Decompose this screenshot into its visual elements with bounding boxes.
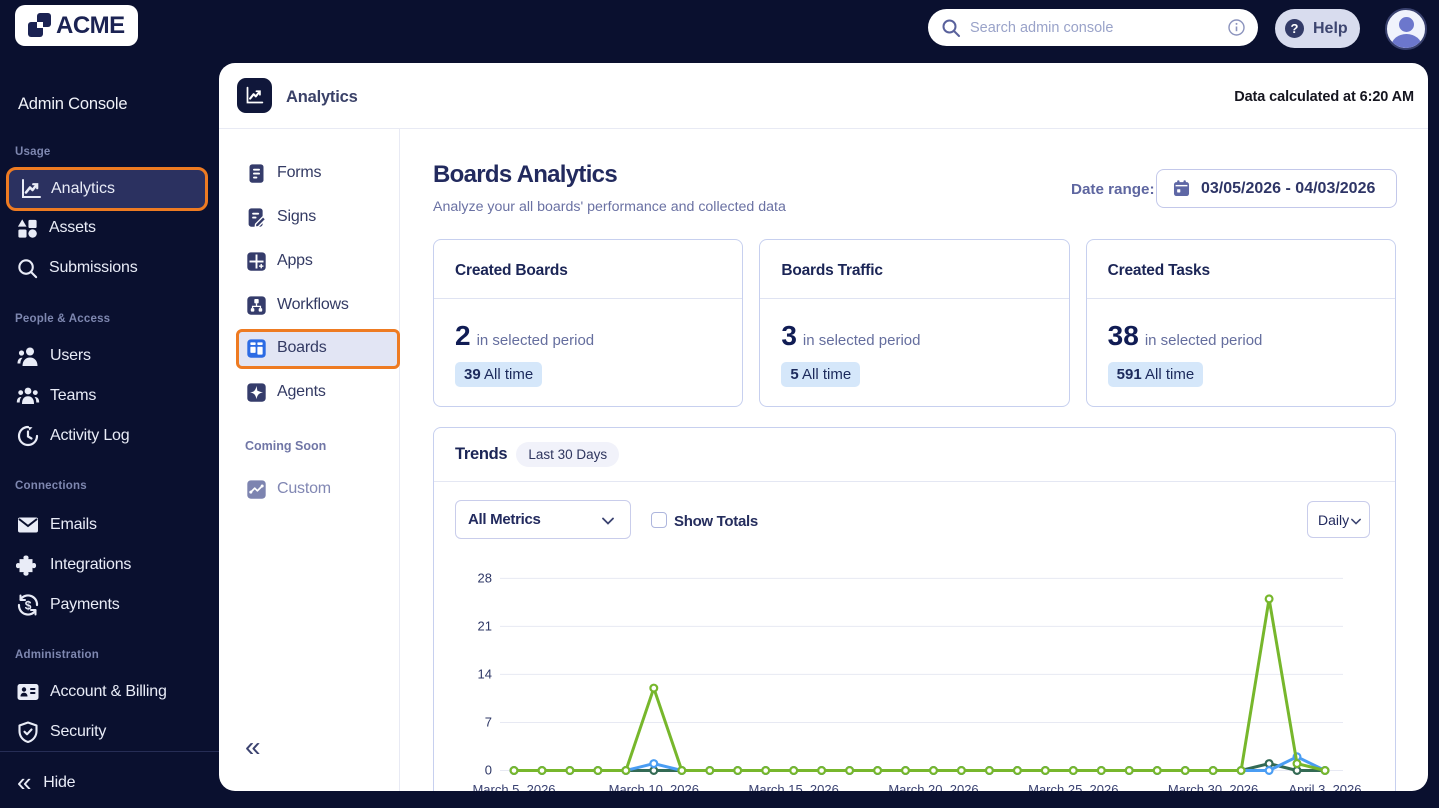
- svg-text:March 5, 2026: March 5, 2026: [472, 782, 555, 791]
- svg-text:21: 21: [478, 618, 492, 633]
- svg-text:28: 28: [478, 570, 492, 585]
- svg-text:March 25, 2026: March 25, 2026: [1028, 782, 1118, 791]
- svg-text:0: 0: [485, 763, 492, 778]
- svg-text:March 30, 2026: March 30, 2026: [1168, 782, 1258, 791]
- svg-text:March 15, 2026: March 15, 2026: [749, 782, 839, 791]
- svg-text:March 20, 2026: March 20, 2026: [888, 782, 978, 791]
- svg-text:7: 7: [485, 715, 492, 730]
- svg-text:March 10, 2026: March 10, 2026: [609, 782, 699, 791]
- svg-text:$: $: [25, 598, 32, 612]
- svg-text:14: 14: [478, 666, 492, 681]
- svg-text:April 3, 2026: April 3, 2026: [1289, 782, 1362, 791]
